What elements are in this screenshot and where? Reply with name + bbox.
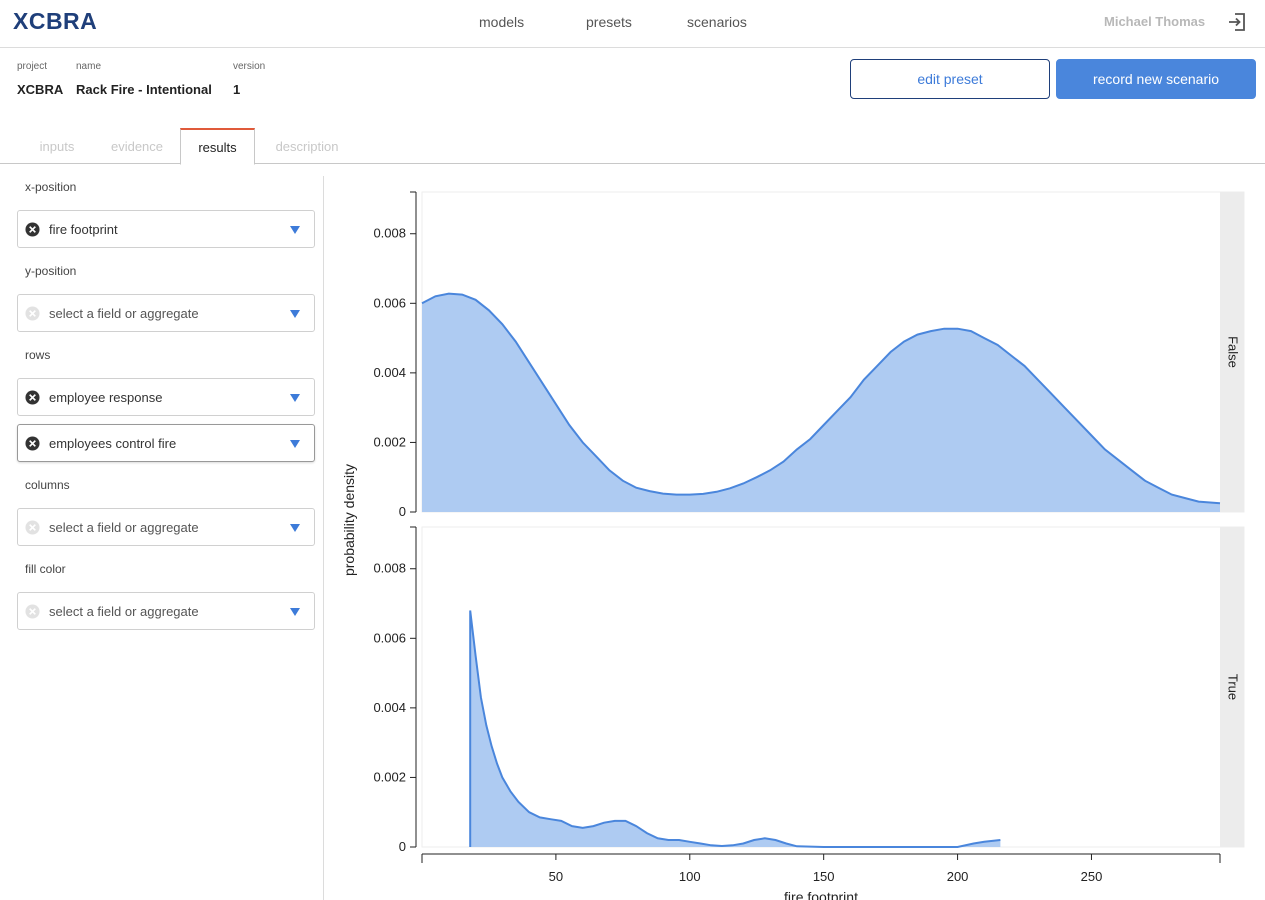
chevron-down-icon[interactable] bbox=[290, 440, 300, 448]
chevron-down-icon[interactable] bbox=[290, 394, 300, 402]
y-tick-label-0-4: 0.008 bbox=[373, 226, 406, 241]
y-tick-label-1-4: 0.008 bbox=[373, 561, 406, 576]
x-tick-label-1: 100 bbox=[679, 869, 701, 884]
edit-preset-button[interactable]: edit preset bbox=[850, 59, 1050, 99]
nav-models[interactable]: models bbox=[479, 14, 524, 30]
x-tick-label-4: 250 bbox=[1081, 869, 1103, 884]
project-label: project bbox=[17, 61, 48, 72]
rows-value-1: employee response bbox=[49, 390, 163, 405]
density-chart: False 0 0.002 0.004 0.006 0.008 True 0 0.002 0.00… bbox=[341, 191, 1245, 900]
x-tick-label-3: 200 bbox=[947, 869, 969, 884]
name-label: name bbox=[76, 61, 102, 72]
facet-label-0: False bbox=[1226, 336, 1241, 368]
density-area-1 bbox=[470, 610, 1001, 847]
clear-icon[interactable] bbox=[25, 436, 40, 451]
tab-inputs[interactable]: inputs bbox=[22, 128, 92, 164]
project-value: XCBRA bbox=[17, 82, 64, 97]
columns-placeholder: select a field or aggregate bbox=[49, 520, 199, 535]
logout-icon[interactable] bbox=[1227, 12, 1247, 32]
rows-select-2[interactable]: employees control fire bbox=[17, 424, 315, 462]
columns-select[interactable]: select a field or aggregate bbox=[17, 508, 315, 546]
clear-icon[interactable] bbox=[25, 390, 40, 405]
x-position-label: x-position bbox=[25, 180, 77, 194]
clear-icon[interactable] bbox=[25, 222, 40, 237]
columns-label: columns bbox=[25, 478, 70, 492]
density-line-1 bbox=[469, 610, 1001, 848]
clear-icon-disabled bbox=[25, 520, 40, 535]
y-position-select[interactable]: select a field or aggregate bbox=[17, 294, 315, 332]
rows-value-2: employees control fire bbox=[49, 436, 177, 451]
chevron-down-icon[interactable] bbox=[290, 226, 300, 234]
y-position-label: y-position bbox=[25, 264, 77, 278]
tab-description[interactable]: description bbox=[262, 128, 352, 164]
chevron-down-icon[interactable] bbox=[290, 608, 300, 616]
fill-color-select[interactable]: select a field or aggregate bbox=[17, 592, 315, 630]
top-bar: XCBRA models presets scenarios Michael T… bbox=[0, 0, 1265, 48]
x-position-select[interactable]: fire footprint bbox=[17, 210, 315, 248]
tab-bar: inputs evidence results description bbox=[0, 128, 1265, 165]
user-name[interactable]: Michael Thomas bbox=[1104, 14, 1205, 29]
y-axis-title: probability density bbox=[341, 464, 357, 576]
y-position-placeholder: select a field or aggregate bbox=[49, 306, 199, 321]
tab-results[interactable]: results bbox=[180, 128, 255, 165]
panel-divider bbox=[323, 176, 324, 900]
y-tick-label-0-3: 0.006 bbox=[373, 295, 406, 310]
y-tick-label-0-2: 0.004 bbox=[373, 365, 406, 380]
x-tick-label-2: 150 bbox=[813, 869, 835, 884]
chevron-down-icon[interactable] bbox=[290, 524, 300, 532]
x-tick-label-0: 50 bbox=[549, 869, 563, 884]
fill-color-label: fill color bbox=[25, 562, 66, 576]
y-tick-label-0-0: 0 bbox=[399, 504, 406, 519]
x-axis-title: fire footprint bbox=[784, 889, 858, 900]
name-value: Rack Fire - Intentional bbox=[76, 82, 212, 97]
y-tick-label-0-1: 0.002 bbox=[373, 434, 406, 449]
version-value: 1 bbox=[233, 82, 241, 97]
app-logo[interactable]: XCBRA bbox=[13, 8, 97, 35]
nav-presets[interactable]: presets bbox=[586, 14, 632, 30]
clear-icon-disabled bbox=[25, 604, 40, 619]
version-label: version bbox=[233, 61, 266, 72]
record-new-scenario-button[interactable]: record new scenario bbox=[1056, 59, 1256, 99]
y-tick-label-1-1: 0.002 bbox=[373, 769, 406, 784]
tab-evidence[interactable]: evidence bbox=[98, 128, 176, 164]
facet-label-1: True bbox=[1226, 674, 1241, 700]
y-tick-label-1-2: 0.004 bbox=[373, 700, 406, 715]
chevron-down-icon[interactable] bbox=[290, 310, 300, 318]
density-area-0 bbox=[422, 293, 1220, 512]
rows-select-1[interactable]: employee response bbox=[17, 378, 315, 416]
y-tick-label-1-0: 0 bbox=[399, 839, 406, 854]
clear-icon-disabled bbox=[25, 306, 40, 321]
x-position-value: fire footprint bbox=[49, 222, 118, 237]
nav-scenarios[interactable]: scenarios bbox=[687, 14, 747, 30]
panel-frame-1 bbox=[421, 526, 1245, 848]
fill-color-placeholder: select a field or aggregate bbox=[49, 604, 199, 619]
y-tick-label-1-3: 0.006 bbox=[373, 630, 406, 645]
rows-label: rows bbox=[25, 348, 51, 362]
